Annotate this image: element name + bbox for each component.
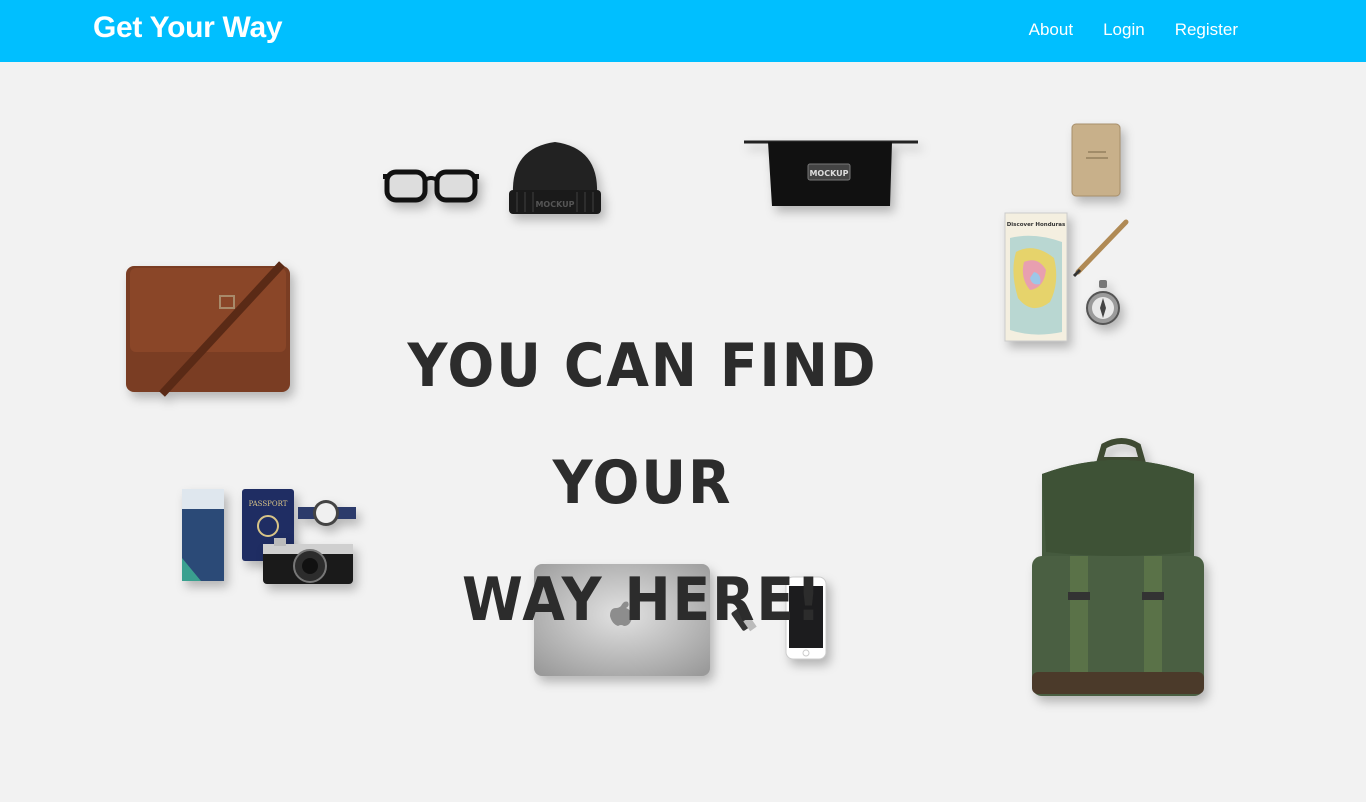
- passport-label: PASSPORT: [249, 500, 288, 508]
- map-illustration: Discover Honduras: [1004, 212, 1068, 342]
- pouch-illustration: MOCKUP: [744, 140, 918, 206]
- nav-register-link[interactable]: Register: [1175, 20, 1238, 40]
- hero-section: MOCKUP MOCKUP Discover Honduras PASSPORT…: [0, 62, 1366, 802]
- beanie-illustration: MOCKUP: [509, 142, 601, 214]
- top-navbar: Get Your Way About Login Register: [0, 0, 1366, 62]
- nav-links: About Login Register: [1029, 20, 1238, 40]
- hero-headline-line-2: WAY HERE!: [462, 565, 823, 635]
- compass-illustration: [1086, 280, 1120, 325]
- pencil-illustration: [1072, 219, 1129, 278]
- messenger-bag-illustration: [126, 261, 290, 397]
- backpack-illustration: [1032, 438, 1204, 696]
- pouch-label: MOCKUP: [809, 169, 848, 178]
- hero-headline-line-1: YOU CAN FIND YOUR: [407, 331, 878, 518]
- map-title: Discover Honduras: [1007, 222, 1066, 228]
- hero-headline: YOU CAN FIND YOUR WAY HERE!: [355, 308, 930, 659]
- beanie-label: MOCKUP: [535, 200, 574, 209]
- notebook-illustration: [1071, 123, 1121, 197]
- glasses-illustration: [383, 169, 479, 203]
- watch-illustration: [298, 500, 356, 526]
- nav-login-link[interactable]: Login: [1103, 20, 1145, 40]
- brand-logo-link[interactable]: Get Your Way: [93, 11, 283, 45]
- boarding-pass-illustration: [182, 489, 224, 581]
- camera-illustration: [263, 538, 353, 584]
- nav-about-link[interactable]: About: [1029, 20, 1073, 40]
